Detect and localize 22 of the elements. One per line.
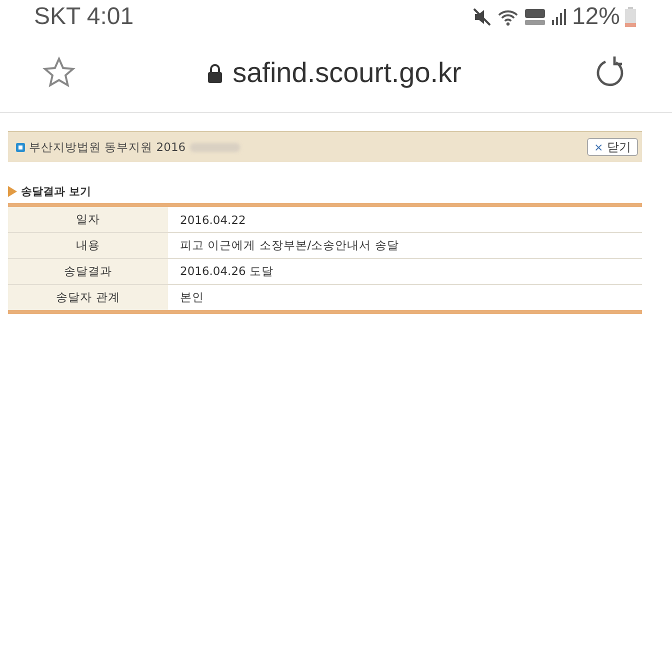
row-value: 2016.04.22 — [168, 205, 642, 232]
close-button[interactable]: × 닫기 — [586, 138, 638, 156]
row-value: 본인 — [168, 284, 642, 312]
row-value: 2016.04.26 도달 — [168, 258, 642, 284]
mute-icon — [472, 7, 492, 27]
bullet-icon — [16, 142, 25, 152]
star-icon[interactable] — [42, 56, 76, 90]
row-label: 송달자 관계 — [8, 284, 168, 312]
signal-icon — [550, 8, 567, 26]
carrier-time: SKT 4:01 — [34, 3, 134, 31]
triangle-icon — [8, 186, 17, 197]
url-text[interactable]: safind.scourt.go.kr — [232, 57, 462, 89]
case-title: 부산지방법원 동부지원 2016 — [29, 140, 186, 154]
row-label: 송달결과 — [8, 258, 168, 284]
section-title: 송달결과 보기 — [21, 184, 91, 199]
lock-icon — [206, 63, 223, 83]
hd-voice-icon — [524, 8, 546, 26]
battery-percent: 12% — [572, 3, 620, 31]
row-label: 내용 — [8, 232, 168, 258]
battery-icon — [625, 7, 636, 27]
row-label: 일자 — [8, 205, 168, 232]
row-value: 피고 이근에게 소장부본/소송안내서 송달 — [168, 232, 642, 258]
